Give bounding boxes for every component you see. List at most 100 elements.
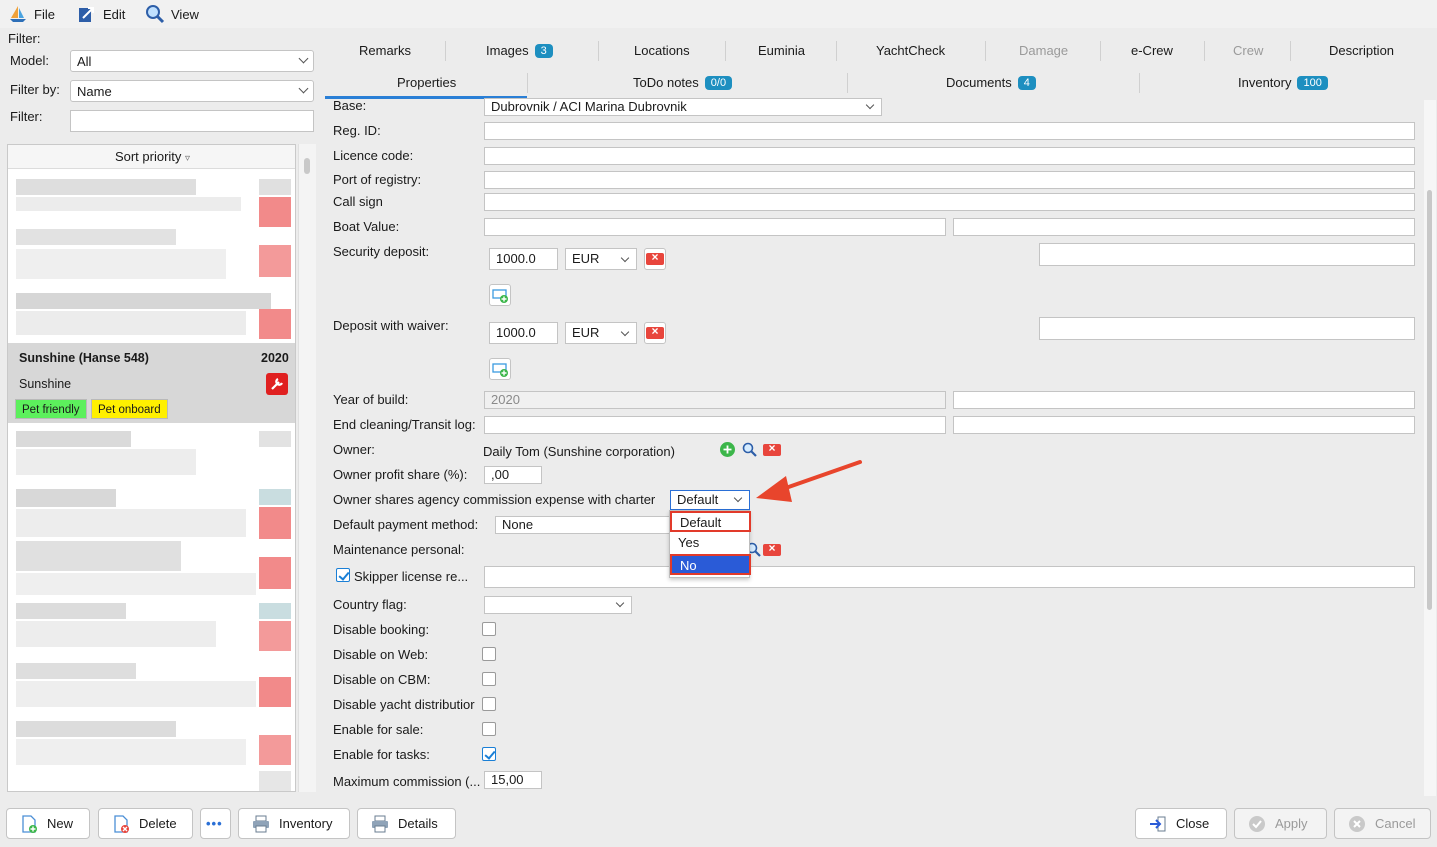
tab-todo-notes[interactable]: ToDo notes 0/0 (633, 75, 733, 90)
apply-button[interactable]: Apply (1234, 808, 1327, 839)
tab-documents[interactable]: Documents 4 (946, 75, 1036, 90)
list-item[interactable] (16, 229, 176, 245)
dropdown-option-no[interactable]: No (670, 554, 751, 575)
remove-deposit-waiver-button[interactable] (644, 322, 666, 344)
owner-shares-dropdown: Default Yes No (669, 510, 751, 578)
sort-arrow-icon: ▿ (185, 153, 191, 164)
list-item[interactable] (16, 489, 116, 507)
security-deposit-note[interactable] (1039, 243, 1415, 266)
tab-documents-label: Documents (946, 75, 1012, 90)
list-item-selected[interactable]: Sunshine (Hanse 548) 2020 Sunshine Pet f… (8, 343, 295, 423)
menu-edit[interactable]: Edit (77, 4, 125, 24)
skipper-license-checkbox[interactable] (336, 568, 350, 582)
owner-profit-input[interactable]: ,00 (484, 466, 542, 484)
filter-by-label: Filter by: (10, 82, 60, 97)
security-deposit-input[interactable]: 1000.0 (489, 248, 558, 270)
deposit-waiver-currency[interactable]: EUR (565, 322, 637, 344)
tab-divider (1100, 41, 1101, 61)
end-cleaning-input-2[interactable] (953, 416, 1415, 434)
list-item[interactable] (16, 293, 271, 309)
security-deposit-currency[interactable]: EUR (565, 248, 637, 270)
search-owner-icon[interactable] (741, 441, 758, 458)
deposit-waiver-note[interactable] (1039, 317, 1415, 340)
boat-value-input-2[interactable] (953, 218, 1415, 236)
cancel-button[interactable]: Cancel (1334, 808, 1431, 839)
tab-properties[interactable]: Properties (397, 75, 456, 90)
remove-owner-icon[interactable] (763, 441, 781, 456)
year-input-2[interactable] (953, 391, 1415, 409)
tab-e-crew[interactable]: e-Crew (1131, 43, 1173, 58)
end-cleaning-input[interactable] (484, 416, 946, 434)
tab-remarks[interactable]: Remarks (359, 43, 411, 58)
licence-input[interactable] (484, 147, 1415, 165)
tab-divider (725, 41, 726, 61)
details-button[interactable]: Details (357, 808, 456, 839)
cancel-circle-icon (1349, 815, 1365, 832)
base-select[interactable]: Dubrovnik / ACI Marina Dubrovnik (484, 98, 882, 116)
new-button[interactable]: New (6, 808, 90, 839)
tab-description[interactable]: Description (1329, 43, 1394, 58)
disable-web-checkbox[interactable] (482, 647, 496, 661)
list-item (16, 509, 246, 537)
tab-images[interactable]: Images 3 (486, 43, 553, 58)
port-input[interactable] (484, 171, 1415, 189)
list-scroll-thumb[interactable] (304, 158, 310, 174)
deposit-waiver-input[interactable]: 1000.0 (489, 322, 558, 344)
skipper-license-input[interactable] (484, 566, 1415, 588)
new-document-icon (22, 814, 37, 833)
tab-damage: Damage (1019, 43, 1068, 58)
delete-button[interactable]: Delete (98, 808, 193, 839)
list-item[interactable] (16, 431, 131, 447)
country-flag-select[interactable] (484, 596, 632, 614)
list-item[interactable] (16, 541, 181, 571)
call-sign-input[interactable] (484, 193, 1415, 211)
sort-priority-header[interactable]: Sort priority ▿ (8, 145, 295, 169)
list-item[interactable] (16, 603, 126, 619)
owner-shares-label: Owner shares agency commission expense w… (333, 492, 656, 507)
reg-id-input[interactable] (484, 122, 1415, 140)
remove-security-deposit-button[interactable] (644, 248, 666, 270)
tab-yachtcheck[interactable]: YachtCheck (876, 43, 945, 58)
menu-view[interactable]: View (145, 4, 199, 24)
tab-inventory[interactable]: Inventory 100 (1238, 75, 1328, 90)
list-scrollbar[interactable] (298, 144, 316, 792)
disable-cbm-checkbox[interactable] (482, 672, 496, 686)
boat-value-input[interactable] (484, 218, 946, 236)
form-scrollbar[interactable] (1424, 100, 1436, 796)
wrench-icon[interactable] (266, 373, 288, 395)
enable-tasks-checkbox[interactable] (482, 747, 496, 761)
list-item[interactable] (16, 663, 136, 679)
dropdown-option-default[interactable]: Default (670, 511, 751, 532)
dropdown-option-yes[interactable]: Yes (670, 533, 751, 554)
form-scroll-thumb[interactable] (1427, 190, 1432, 610)
more-options-button[interactable]: ••• (200, 808, 231, 839)
payment-select[interactable]: None (495, 516, 670, 534)
owner-shares-select[interactable]: Default (670, 490, 750, 510)
tab-locations[interactable]: Locations (634, 43, 690, 58)
tag-pet-friendly: Pet friendly (15, 399, 87, 419)
model-select[interactable]: All (70, 50, 314, 72)
disable-yacht-distribution-checkbox[interactable] (482, 697, 496, 711)
tab-euminia[interactable]: Euminia (758, 43, 805, 58)
add-security-deposit-button[interactable] (489, 284, 511, 306)
filter-by-select[interactable]: Name (70, 80, 314, 102)
security-deposit-currency-value: EUR (572, 251, 600, 266)
filter-section-label: Filter: (8, 31, 41, 46)
max-commission-input[interactable]: 15,00 (484, 771, 542, 789)
remove-maintenance-icon[interactable] (763, 541, 781, 556)
list-item[interactable] (16, 721, 176, 737)
filter-input[interactable] (70, 110, 314, 132)
disable-booking-checkbox[interactable] (482, 622, 496, 636)
menu-file[interactable]: File (8, 4, 55, 24)
enable-sale-checkbox[interactable] (482, 722, 496, 736)
add-deposit-waiver-button[interactable] (489, 358, 511, 380)
inventory-button[interactable]: Inventory (238, 808, 350, 839)
chevron-down-icon (620, 253, 630, 263)
delete-button-label: Delete (139, 816, 177, 831)
close-button[interactable]: Close (1135, 808, 1227, 839)
status-color-cell (259, 771, 291, 791)
list-item[interactable] (16, 179, 196, 195)
selected-boat-name: Sunshine (Hanse 548) (19, 351, 149, 365)
owner-shares-value: Default (677, 492, 719, 507)
add-owner-icon[interactable] (720, 442, 735, 457)
